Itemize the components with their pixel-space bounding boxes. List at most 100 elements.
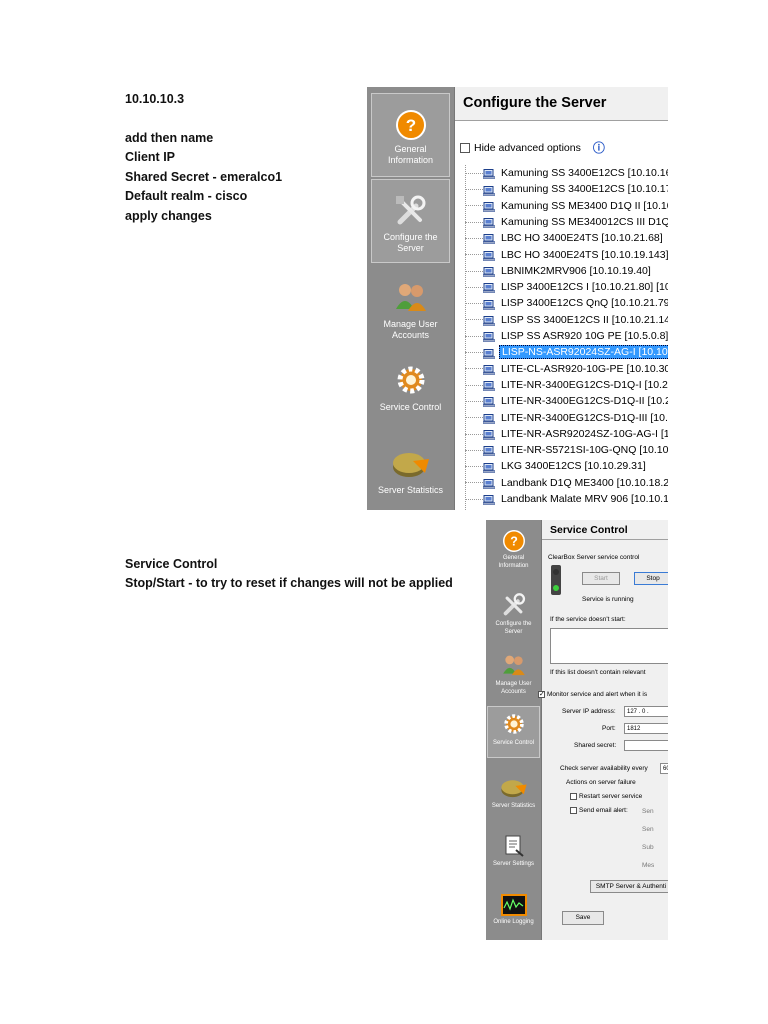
tree-connector (465, 417, 483, 419)
pie-chart-icon (500, 780, 527, 798)
client-row[interactable]: LISP 3400E12CS QnQ [10.10.21.79] (465, 295, 668, 311)
tree-connector (465, 270, 483, 272)
configure-server-screenshot: ? General Information Configure the Serv… (367, 87, 668, 510)
note-line: Service Control (125, 557, 218, 571)
client-row[interactable]: LISP 3400E12CS I [10.10.21.80] [10. (465, 279, 668, 295)
client-label: LISP SS ASR920 10G PE [10.5.0.8] [1 (501, 330, 668, 342)
client-row[interactable]: LISP-NS-ASR92024SZ-AG-I [10.10.2 (465, 344, 668, 360)
port-input[interactable]: 1812 (624, 723, 668, 734)
sidebar-item-configure-server[interactable]: Configure the Server (371, 179, 450, 263)
note-line: Shared Secret - emeralco1 (125, 169, 283, 184)
note-line: Stop/Start - to try to reset if changes … (125, 576, 453, 590)
computer-icon (482, 429, 496, 440)
send-email-option[interactable]: Send email alert: (570, 807, 628, 814)
computer-icon (482, 282, 496, 294)
client-row[interactable]: Kamuning SS ME340012CS III D1Q (465, 214, 668, 230)
client-row[interactable]: LITE-NR-ASR92024SZ-10G-AG-I [1 (465, 426, 668, 442)
client-row[interactable]: LKG 3400E12CS [10.10.29.31] (465, 458, 648, 474)
tree-connector (465, 482, 483, 484)
tree-connector (465, 335, 483, 337)
client-row[interactable]: Kamuning SS 3400E12CS [10.10.17. (465, 181, 668, 197)
computer-icon (482, 396, 496, 408)
computer-icon (482, 185, 496, 196)
tree-connector (465, 400, 483, 402)
sidebar-item-service-control[interactable]: Service Control (371, 362, 450, 422)
stop-button[interactable]: Stop (634, 572, 668, 585)
sidebar-item-general-information[interactable]: ? General Information (487, 530, 540, 582)
tree-connector (465, 221, 483, 223)
sidebar-item-general-information[interactable]: ? General Information (371, 93, 450, 177)
computer-icon (482, 250, 496, 261)
client-row[interactable]: LITE-NR-3400EG12CS-D1Q-I [10.21 (465, 377, 668, 393)
ip-note: 10.10.10.3 (125, 92, 185, 106)
client-row[interactable]: Landbank Malate MRV 906 [10.10.1 (465, 491, 668, 507)
computer-icon (482, 478, 496, 489)
client-row[interactable]: LITE-NR-S5721SI-10G-QNQ [10.10 (465, 442, 668, 458)
note-line: Client IP (125, 150, 176, 164)
restart-service-option[interactable]: Restart server service (570, 793, 642, 800)
client-row[interactable]: Kamuning SS ME3400 D1Q II [10.10 (465, 198, 668, 214)
hide-advanced-checkbox[interactable] (460, 142, 470, 153)
notes-block-2: Service Control Stop/Start - to try to r… (125, 555, 453, 593)
shared-secret-label: Shared secret: (574, 742, 617, 749)
tree-connector (465, 466, 483, 468)
client-row[interactable]: LITE-CL-ASR920-10G-PE [10.10.30. (465, 361, 668, 377)
log-monitor-icon (500, 894, 527, 916)
shared-secret-input[interactable] (624, 740, 668, 751)
tree-connector (465, 254, 483, 256)
port-label: Port: (602, 725, 616, 732)
client-label: LITE-NR-3400EG12CS-D1Q-I [10.21 (501, 378, 668, 391)
client-row[interactable]: Landbank D1Q ME3400 [10.10.18.2 (465, 475, 668, 491)
users-icon (395, 284, 426, 311)
start-button[interactable]: Start (582, 572, 620, 585)
computer-icon (482, 380, 496, 391)
sidebar-item-manage-users[interactable]: Manage User Accounts (371, 279, 450, 349)
settings-doc-icon (505, 835, 524, 857)
svg-text:?: ? (405, 116, 415, 135)
client-label: Landbank Malate MRV 906 [10.10.1 (501, 493, 668, 505)
computer-icon (482, 348, 496, 359)
tree-connector (465, 384, 483, 386)
client-row[interactable]: LBC HO 3400E24TS [10.10.21.68] (465, 230, 665, 246)
computer-icon (482, 233, 496, 245)
sidebar-item-manage-users[interactable]: Manage User Accounts (487, 652, 540, 704)
email-field-label: Mes (642, 862, 655, 869)
smtp-settings-button[interactable]: SMTP Server & Authenti (590, 880, 668, 893)
client-row[interactable]: LISP SS ASR920 10G PE [10.5.0.8] [1 (465, 328, 668, 344)
client-row[interactable]: LISP SS 3400E12CS II [10.10.21.142] (465, 312, 668, 328)
sidebar-item-configure-server[interactable]: Configure the Server (487, 592, 540, 644)
tree-connector (465, 303, 483, 305)
question-icon: ? (502, 530, 525, 552)
hide-advanced-option[interactable]: Hide advanced options ⓘ (460, 139, 605, 156)
client-label: Landbank D1Q ME3400 [10.10.18.2 (501, 476, 668, 489)
computer-icon (482, 364, 496, 375)
client-label: LITE-NR-3400EG12CS-D1Q-III [10.2 (501, 411, 668, 424)
sidebar-item-online-logging[interactable]: Online Logging (487, 894, 540, 938)
client-row[interactable]: LBNIMK2MRV906 [10.10.19.40] (465, 263, 653, 279)
client-label: LITE-CL-ASR920-10G-PE [10.10.30. (501, 362, 668, 375)
client-row[interactable]: LITE-NR-3400EG12CS-D1Q-II [10.2 (465, 393, 668, 409)
sidebar-item-service-control[interactable]: Service Control (487, 706, 540, 758)
sidebar: ? General Information Configure the Serv… (367, 87, 454, 510)
tree-connector (465, 449, 483, 451)
save-button[interactable]: Save (562, 911, 604, 925)
client-row[interactable]: LITE-NR-3400EG12CS-D1Q-III [10.2 (465, 410, 668, 426)
monitor-service-option[interactable]: Monitor service and alert when it is (538, 691, 647, 698)
sidebar-item-server-settings[interactable]: Server Settings (487, 834, 540, 878)
note-line: Default realm - cisco (125, 189, 248, 203)
server-ip-input[interactable]: 127 . 0 . (624, 706, 668, 717)
restart-service-checkbox[interactable] (570, 793, 577, 800)
relevant-list-note: If this list doesn't contain relevant (550, 669, 646, 676)
troubleshoot-label: If the service doesn't start: (550, 616, 626, 623)
server-ip-label: Server IP address: (562, 708, 616, 715)
client-row[interactable]: LBC HO 3400E24TS [10.10.19.143] [ (465, 247, 668, 263)
check-interval-input[interactable]: 60 (660, 763, 668, 774)
client-label: LITE-NR-S5721SI-10G-QNQ [10.10 (501, 444, 668, 457)
send-email-checkbox[interactable] (570, 807, 577, 814)
computer-icon (482, 494, 496, 505)
sidebar-item-server-statistics[interactable]: Server Statistics (371, 447, 450, 507)
client-row[interactable]: Kamuning SS 3400E12CS [10.10.16. (465, 165, 668, 181)
info-icon[interactable]: ⓘ (593, 139, 605, 156)
monitor-service-checkbox[interactable] (538, 691, 545, 698)
sidebar-item-server-statistics[interactable]: Server Statistics (487, 776, 540, 818)
